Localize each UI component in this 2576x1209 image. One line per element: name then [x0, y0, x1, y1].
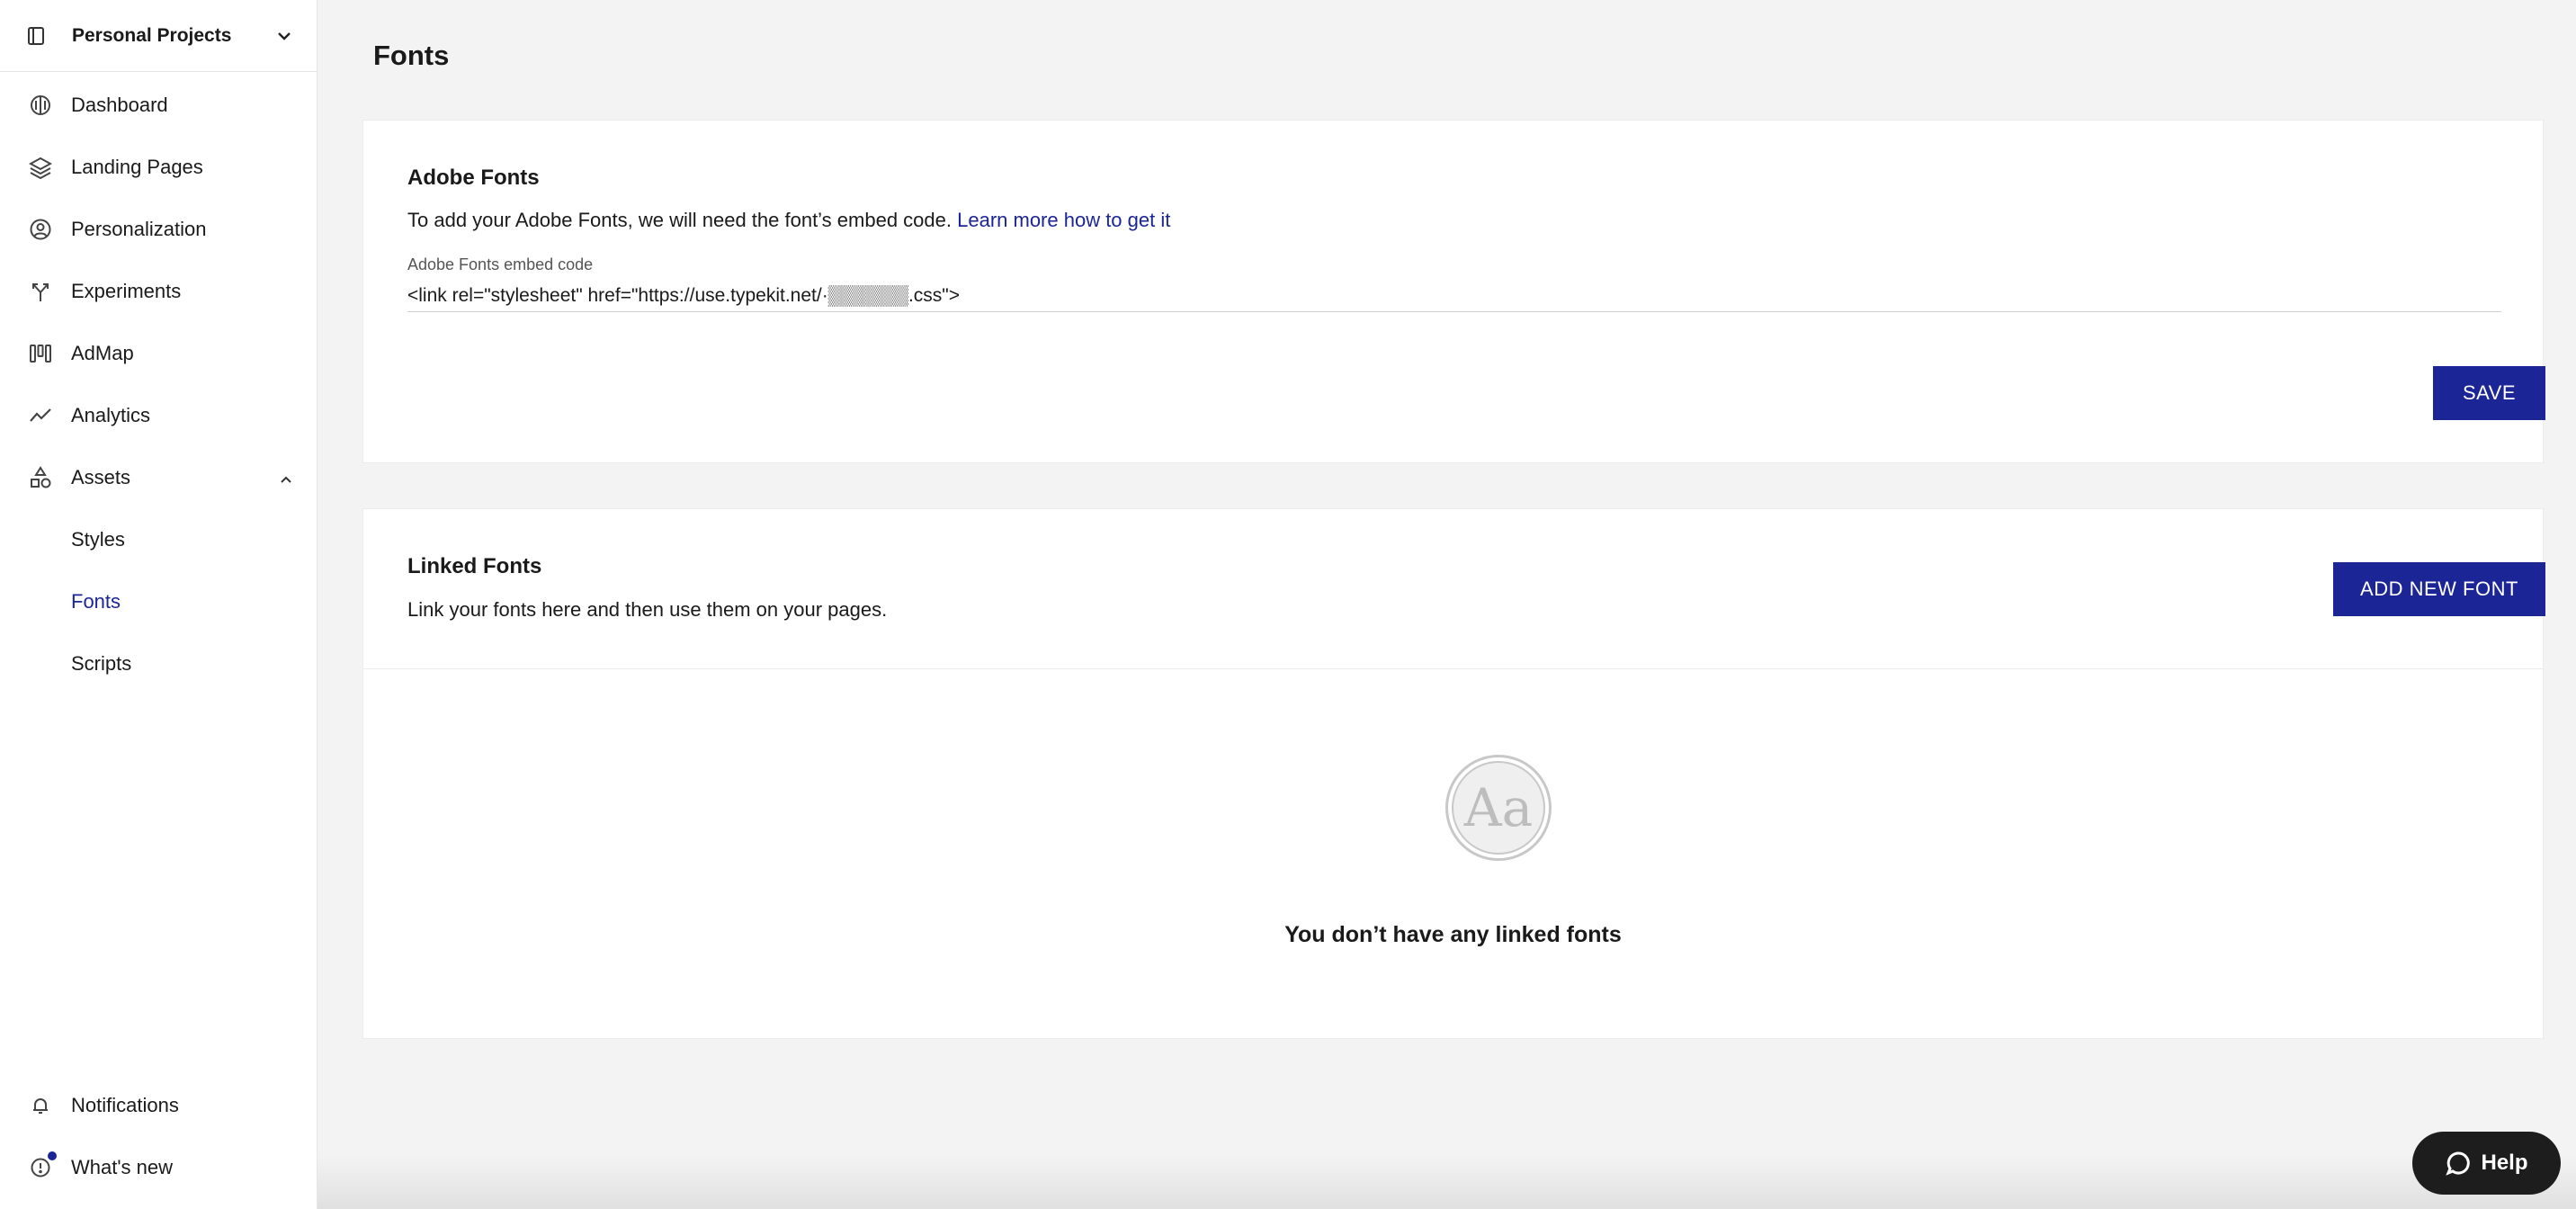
split-arrows-icon — [28, 279, 53, 304]
adobe-fonts-description: To add your Adobe Fonts, we will need th… — [407, 209, 1170, 232]
sidebar-bottom: Notifications What's new — [0, 1074, 317, 1209]
sidebar-item-whats-new[interactable]: What's new — [0, 1136, 317, 1198]
sidebar-item-notifications[interactable]: Notifications — [0, 1074, 317, 1136]
sidebar-item-label: Landing Pages — [71, 155, 203, 178]
linked-fonts-title: Linked Fonts — [407, 554, 542, 578]
shapes-icon — [28, 465, 53, 490]
user-circle-icon — [28, 217, 53, 242]
sidebar-item-experiments[interactable]: Experiments — [0, 260, 317, 322]
linked-fonts-card: Linked Fonts Link your fonts here and th… — [362, 508, 2545, 1039]
help-label: Help — [2481, 1151, 2528, 1175]
trend-line-icon — [28, 403, 53, 428]
unread-dot — [48, 1151, 57, 1160]
font-placeholder-glyph: Aa — [1452, 761, 1545, 855]
sidebar-subitem-fonts[interactable]: Fonts — [0, 570, 317, 632]
sidebar-item-label: AdMap — [71, 341, 134, 364]
layers-icon — [28, 155, 53, 180]
sidebar-item-label: What's new — [71, 1155, 174, 1178]
save-button[interactable]: SAVE — [2433, 366, 2545, 420]
sidebar-item-landing-pages[interactable]: Landing Pages — [0, 136, 317, 198]
chevron-up-icon — [279, 466, 293, 489]
add-new-font-button[interactable]: ADD NEW FONT — [2333, 562, 2545, 616]
learn-more-link[interactable]: Learn more how to get it — [957, 209, 1170, 231]
sidebar-item-label: Dashboard — [71, 93, 168, 116]
adobe-fonts-title: Adobe Fonts — [407, 166, 540, 190]
sidebar-item-label: Analytics — [71, 403, 151, 426]
font-placeholder-icon: Aa — [1445, 755, 1552, 861]
embed-code-input[interactable] — [407, 280, 2501, 312]
sidebar-item-personalization[interactable]: Personalization — [0, 198, 317, 260]
sidebar-item-assets[interactable]: Assets — [0, 446, 317, 508]
info-icon — [28, 1151, 57, 1180]
adobe-description-text: To add your Adobe Fonts, we will need th… — [407, 209, 952, 231]
page-title: Fonts — [373, 40, 450, 71]
bell-icon — [28, 1093, 53, 1118]
sidebar: Personal Projects Dashboard Landing Page… — [0, 0, 318, 1209]
chat-bubble-icon — [2446, 1151, 2471, 1176]
chevron-down-icon — [275, 27, 293, 45]
embed-code-label: Adobe Fonts embed code — [407, 255, 594, 273]
sidebar-nav: Dashboard Landing Pages Personalization … — [0, 72, 317, 694]
sidebar-item-dashboard[interactable]: Dashboard — [0, 74, 317, 136]
sidebar-item-admap[interactable]: AdMap — [0, 322, 317, 384]
workspace-icon — [25, 25, 47, 47]
divider — [363, 668, 2543, 669]
dashboard-icon — [28, 93, 53, 118]
app: Personal Projects Dashboard Landing Page… — [0, 0, 2576, 1209]
sidebar-item-label: Assets — [71, 465, 131, 488]
sidebar-item-label: Personalization — [71, 217, 207, 240]
help-button[interactable]: Help — [2412, 1132, 2561, 1195]
sidebar-item-analytics[interactable]: Analytics — [0, 384, 317, 446]
sidebar-item-label: Notifications — [71, 1093, 179, 1116]
bottom-shadow — [318, 1155, 2576, 1209]
empty-state-text: You don’t have any linked fonts — [1284, 922, 1622, 947]
adobe-fonts-card: Adobe Fonts To add your Adobe Fonts, we … — [362, 120, 2545, 463]
sidebar-subitem-scripts[interactable]: Scripts — [0, 632, 317, 694]
main-content: Fonts Adobe Fonts To add your Adobe Font… — [318, 0, 2576, 1209]
workspace-name: Personal Projects — [72, 24, 232, 46]
admap-icon — [28, 341, 53, 366]
linked-fonts-description: Link your fonts here and then use them o… — [407, 598, 888, 621]
sidebar-item-label: Experiments — [71, 279, 182, 302]
sidebar-subitem-styles[interactable]: Styles — [0, 508, 317, 570]
workspace-switcher[interactable]: Personal Projects — [0, 0, 317, 72]
